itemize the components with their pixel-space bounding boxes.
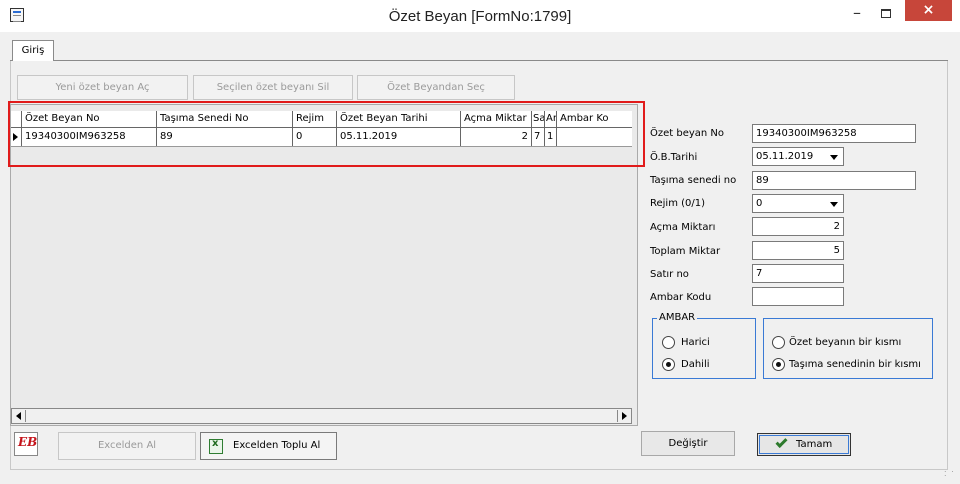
maximize-button[interactable] — [871, 4, 901, 26]
eb-logo-text: EB — [18, 435, 38, 449]
highlight-box — [8, 101, 645, 167]
eb-logo[interactable]: EB — [14, 432, 38, 456]
ozet-beyan-kismi-radio[interactable] — [772, 336, 785, 349]
ozet-beyan-kismi-label[interactable]: Özet beyanın bir kısmı — [789, 337, 901, 348]
toplam-miktar-field[interactable]: 5 — [752, 241, 844, 260]
chevron-down-icon — [830, 202, 838, 207]
ob-tarihi-picker[interactable]: 05.11.2019 — [752, 147, 844, 166]
ob-tarihi-label: Ö.B.Tarihi — [650, 152, 698, 163]
excel-bulk-import-label: Excelden Toplu Al — [233, 440, 321, 451]
ok-button-label: Tamam — [796, 439, 833, 450]
satir-no-field[interactable]: 7 — [752, 264, 844, 283]
tasima-senedi-no-label: Taşıma senedi no — [650, 175, 737, 186]
harici-label[interactable]: Harici — [681, 337, 710, 348]
dahili-radio[interactable] — [662, 358, 675, 371]
window-title: Özet Beyan [FormNo:1799] — [388, 8, 572, 25]
ok-button[interactable]: Tamam — [757, 433, 851, 456]
rejim-label: Rejim (0/1) — [650, 198, 706, 209]
dahili-label[interactable]: Dahili — [681, 359, 710, 370]
new-ozet-beyan-button[interactable]: Yeni özet beyan Aç — [17, 75, 188, 100]
ob-tarihi-value: 05.11.2019 — [756, 151, 814, 162]
tasima-senedi-kismi-radio[interactable] — [772, 358, 785, 371]
ozet-beyan-no-field[interactable]: 19340300IM963258 — [752, 124, 916, 143]
excel-import-button[interactable]: Excelden Al — [58, 432, 196, 460]
close-button[interactable]: × — [905, 0, 952, 21]
acma-miktari-label: Açma Miktarı — [650, 222, 716, 233]
chevron-down-icon — [830, 155, 838, 160]
delete-ozet-beyan-button[interactable]: Seçilen özet beyanı Sil — [193, 75, 353, 100]
tab-giris[interactable]: Giriş — [12, 40, 54, 61]
rejim-value: 0 — [756, 198, 763, 209]
scroll-left-icon[interactable] — [13, 410, 26, 422]
maximize-icon — [881, 9, 891, 18]
checkmark-icon — [775, 435, 788, 449]
change-button[interactable]: Değiştir — [641, 431, 735, 456]
rejim-select[interactable]: 0 — [752, 194, 844, 213]
ambar-kodu-label: Ambar Kodu — [650, 292, 712, 303]
ozet-beyan-no-label: Özet beyan No — [650, 128, 725, 139]
toplam-miktar-label: Toplam Miktar — [650, 246, 721, 257]
minimize-button[interactable]: – — [843, 4, 871, 26]
scroll-right-icon[interactable] — [617, 410, 630, 422]
acma-miktari-field[interactable]: 2 — [752, 217, 844, 236]
excel-icon — [209, 438, 223, 454]
tasima-senedi-kismi-label[interactable]: Taşıma senedinin bir kısmı — [789, 359, 921, 370]
excel-bulk-import-button[interactable]: Excelden Toplu Al — [200, 432, 337, 460]
satir-no-label: Satır no — [650, 269, 689, 280]
select-from-ozet-beyan-button[interactable]: Özet Beyandan Seç — [357, 75, 515, 100]
ambar-kodu-field[interactable] — [752, 287, 844, 306]
resize-grip-icon[interactable]: . . . — [944, 466, 956, 480]
tasima-senedi-no-field[interactable]: 89 — [752, 171, 916, 190]
horizontal-scrollbar[interactable] — [11, 408, 632, 424]
tab-strip — [10, 38, 948, 61]
harici-radio[interactable] — [662, 336, 675, 349]
ambar-group-legend: AMBAR — [657, 312, 698, 323]
